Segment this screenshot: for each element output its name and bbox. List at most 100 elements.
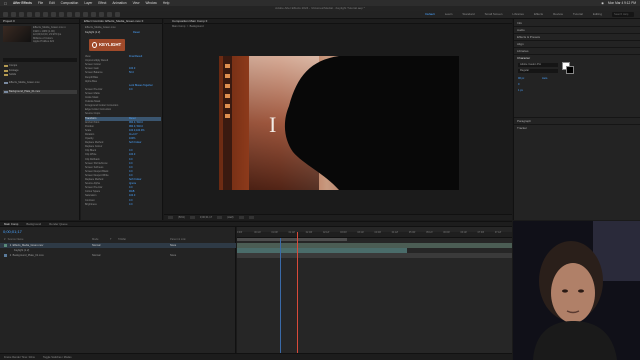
type-tool-icon[interactable]: [75, 12, 80, 17]
breadcrumb-main-comp[interactable]: Main Comp: [172, 25, 185, 28]
menu-effect[interactable]: Effect: [98, 1, 106, 5]
font-size-field[interactable]: 96 px: [518, 77, 524, 80]
toggle-switches-modes[interactable]: Toggle Switches / Modes: [43, 354, 72, 360]
apple-icon[interactable]: : [4, 1, 7, 6]
menu-edit[interactable]: Edit: [49, 1, 55, 5]
col-mode[interactable]: Mode: [92, 237, 99, 242]
layer-duration-bar[interactable]: [237, 253, 512, 258]
menu-window[interactable]: Window: [145, 1, 156, 5]
project-search-input[interactable]: [3, 58, 77, 62]
project-item[interactable]: Footage: [3, 69, 77, 73]
camera-tool-icon[interactable]: [43, 12, 48, 17]
panel-effects-presets[interactable]: Effects & Presets: [517, 35, 540, 39]
font-style-dropdown[interactable]: Regular: [518, 69, 558, 73]
zoom-dropdown[interactable]: (50%): [178, 216, 185, 219]
effect-name[interactable]: Keylight (1.2): [85, 31, 100, 34]
menu-layer[interactable]: Layer: [84, 1, 92, 5]
panel-tracker[interactable]: Tracker: [517, 126, 527, 130]
workspace-editing[interactable]: Editing: [593, 12, 602, 17]
pan-behind-tool-icon[interactable]: [51, 12, 56, 17]
project-item[interactable]: Comps: [3, 64, 77, 68]
pen-tool-icon[interactable]: [67, 12, 72, 17]
panel-info[interactable]: Info: [517, 21, 522, 25]
project-item[interactable]: Solids: [3, 73, 77, 77]
shape-tool-icon[interactable]: [59, 12, 64, 17]
workspace-libraries[interactable]: Libraries: [512, 12, 524, 17]
clone-tool-icon[interactable]: [91, 12, 96, 17]
transparency-grid-icon[interactable]: [248, 216, 254, 219]
composition-canvas[interactable]: I: [219, 56, 459, 190]
project-panel-title[interactable]: Project ≡: [0, 19, 79, 24]
effect-reset-link[interactable]: Reset: [133, 31, 140, 34]
col-source-name[interactable]: Source Name: [8, 238, 24, 241]
menubar-clock[interactable]: Mon Mar 4 9:12 PM: [608, 1, 636, 5]
panel-character[interactable]: Character: [517, 56, 530, 60]
workspace-tutorial[interactable]: Tutorial: [573, 12, 583, 17]
zoom-tool-icon[interactable]: [27, 12, 32, 17]
comp-marker-line: [280, 238, 281, 353]
snapshot-icon[interactable]: [168, 216, 173, 219]
menu-animation[interactable]: Animation: [112, 1, 126, 5]
menu-help[interactable]: Help: [163, 1, 170, 5]
panel-audio[interactable]: Audio: [517, 28, 525, 32]
workspace-learn[interactable]: Learn: [445, 12, 453, 17]
camera-icon[interactable]: [217, 216, 223, 219]
tab-main-comp[interactable]: Main Comp: [4, 222, 18, 226]
menu-view[interactable]: View: [133, 1, 140, 5]
parameter-label: Despill Bias: [85, 75, 99, 79]
roto-brush-icon[interactable]: [107, 12, 112, 17]
col-parent[interactable]: Parent & Link: [170, 237, 186, 242]
selection-tool-icon[interactable]: [11, 12, 16, 17]
project-item[interactable]: Effects_Media_Green.mov: [3, 81, 77, 85]
project-item-selected[interactable]: Background_Plate_01.mov: [3, 90, 77, 94]
layer-name[interactable]: Effects_Media_Green.mov: [13, 244, 44, 247]
hand-tool-icon[interactable]: [19, 12, 24, 17]
tracking-field[interactable]: 0: [518, 83, 519, 86]
layer-name[interactable]: Background_Plate_01.mov: [13, 254, 44, 257]
stroke-width-field[interactable]: 1 px: [518, 89, 523, 92]
workspace-standard[interactable]: Standard: [462, 12, 474, 17]
eraser-tool-icon[interactable]: [99, 12, 104, 17]
tab-render-queue[interactable]: Render Queue: [49, 222, 67, 226]
breadcrumb-background[interactable]: Background: [190, 25, 204, 28]
puppet-tool-icon[interactable]: [115, 12, 120, 17]
effect-parameter-row[interactable]: Brightness 0.0: [85, 203, 161, 207]
brush-tool-icon[interactable]: [83, 12, 88, 17]
timeline-layer-row[interactable]: 2 Background_Plate_01.mov Normal None: [0, 253, 236, 258]
wifi-icon[interactable]: ◉: [601, 1, 604, 5]
menu-composition[interactable]: Composition: [61, 1, 79, 5]
layer-label-color[interactable]: [4, 243, 7, 247]
footage-icon: [4, 91, 8, 93]
viewer-timecode[interactable]: 0;00;01;17: [200, 216, 212, 219]
region-of-interest-icon[interactable]: [238, 216, 244, 219]
panel-libraries[interactable]: Libraries: [517, 49, 529, 53]
parameter-value[interactable]: 0.0: [129, 203, 132, 207]
tab-background[interactable]: Background: [26, 222, 41, 226]
workspace-review[interactable]: Review: [553, 12, 563, 17]
ruler-tick-label: 04:12f: [391, 232, 399, 234]
search-help-input[interactable]: Search Help: [612, 12, 634, 17]
workspace-small-screen[interactable]: Small Screen: [485, 12, 503, 17]
effect-controls-title[interactable]: Effect Controls: Effects_Media_Green.mov…: [81, 19, 162, 24]
menu-file[interactable]: File: [38, 1, 43, 5]
workspace-effects[interactable]: Effects: [534, 12, 543, 17]
panel-paragraph[interactable]: Paragraph: [517, 119, 531, 123]
rotate-tool-icon[interactable]: [35, 12, 40, 17]
workspace-default[interactable]: Default: [425, 12, 435, 17]
layer-parent[interactable]: None: [170, 253, 176, 258]
col-trkmat[interactable]: TrkMat: [118, 237, 126, 242]
stroke-color-swatch[interactable]: [566, 66, 574, 74]
resolution-dropdown[interactable]: (Half): [227, 216, 233, 219]
leading-field[interactable]: Auto: [542, 77, 547, 80]
font-family-dropdown[interactable]: Adobe Caslon Pro: [518, 63, 558, 67]
layer-mode[interactable]: Normal: [92, 253, 100, 258]
fit-icon[interactable]: [189, 216, 195, 219]
panel-align[interactable]: Align: [517, 42, 524, 46]
work-area-bar[interactable]: [237, 238, 347, 241]
timeline-timecode[interactable]: 0;00;01;17: [3, 229, 22, 234]
layer-label-color[interactable]: [4, 253, 7, 257]
home-icon[interactable]: [3, 12, 8, 17]
current-time-indicator[interactable]: [296, 232, 298, 353]
ruler-tick-label: 06:00f: [443, 232, 450, 234]
app-menu[interactable]: After Effects: [13, 1, 32, 5]
